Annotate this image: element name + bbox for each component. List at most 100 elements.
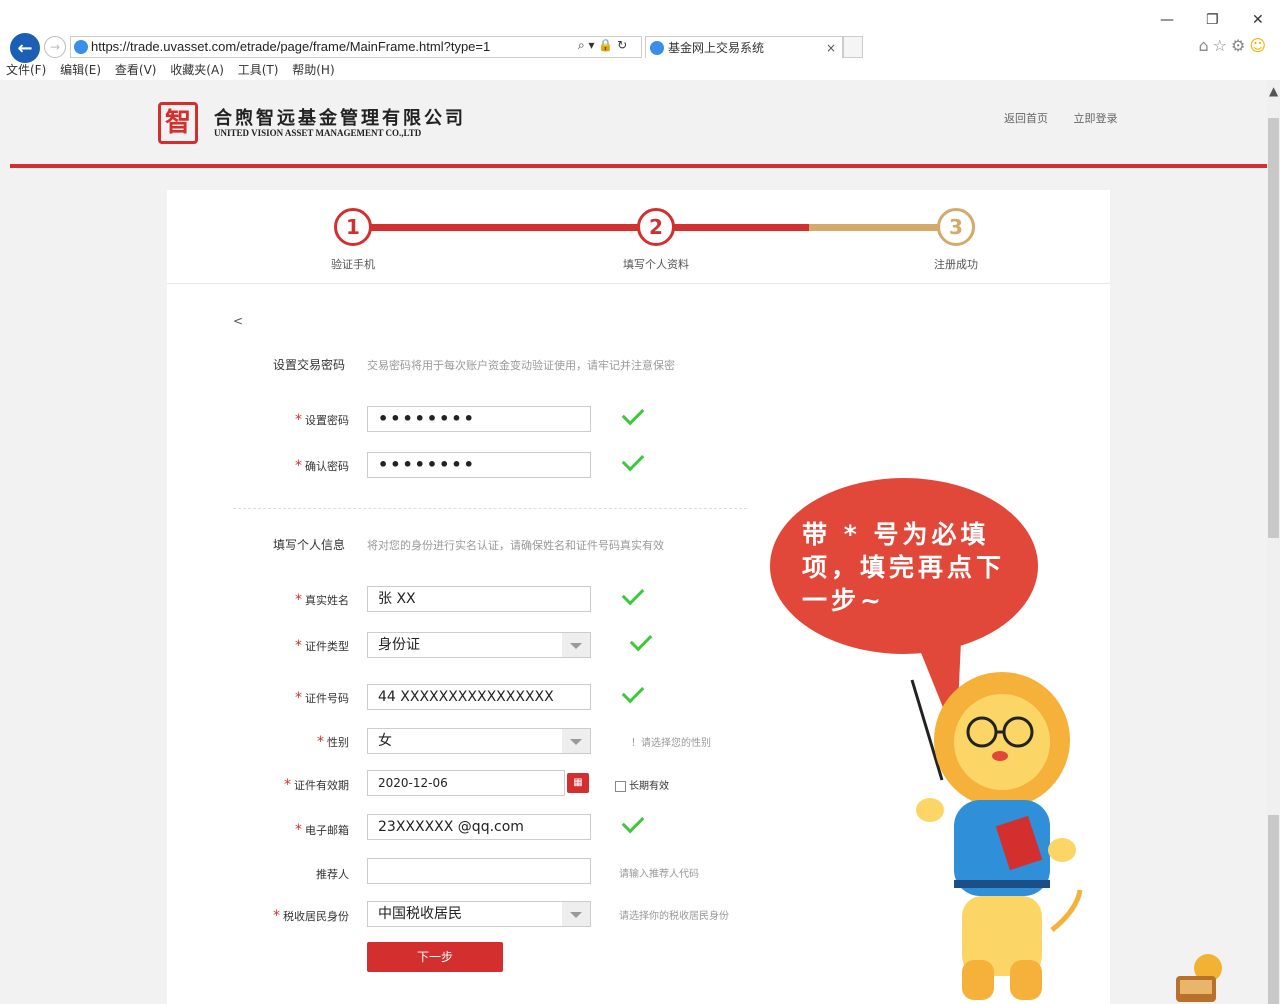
browser-chrome: ← → https://trade.uvasset.com/etrade/pag…	[0, 0, 1280, 80]
smiley-icon[interactable]: ☺	[1249, 36, 1270, 55]
chevron-down-icon	[570, 912, 582, 918]
required-star: *	[317, 734, 324, 750]
tab-title: 基金网上交易系统	[668, 41, 765, 55]
progress-bar-pending	[809, 224, 955, 231]
info-section-title: 填写个人信息	[273, 538, 346, 552]
home-icon[interactable]: ⌂	[1198, 36, 1212, 55]
gear-icon[interactable]: ⚙	[1231, 36, 1249, 55]
tax-residency-select[interactable]: 中国税收居民	[367, 901, 591, 927]
ie-icon	[650, 41, 664, 55]
confirm-password-label: * 确认密码	[295, 458, 349, 474]
tax-hint: 请选择你的税收居民身份	[619, 911, 729, 922]
set-password-label: * 设置密码	[295, 412, 349, 428]
step-1-label: 验证手机	[331, 258, 375, 271]
referrer-label: 推荐人	[316, 868, 349, 881]
step-2-circle: 2	[637, 208, 675, 246]
progress-bar-done	[353, 224, 809, 231]
step-1-circle: 1	[334, 208, 372, 246]
tax-label: * 税收居民身份	[273, 908, 349, 924]
url-text: https://trade.uvasset.com/etrade/page/fr…	[91, 39, 491, 54]
check-icon	[621, 448, 645, 472]
chevron-down-icon	[570, 739, 582, 745]
required-star: *	[295, 690, 302, 706]
browser-tab[interactable]: 基金网上交易系统 ×	[645, 36, 843, 58]
scrollbar[interactable]: ▲	[1267, 80, 1280, 1004]
site-header: 智 合煦智远基金管理有限公司 UNITED VISION ASSET MANAG…	[10, 80, 1267, 168]
required-star: *	[273, 908, 280, 924]
menu-edit[interactable]: 编辑(E)	[60, 63, 101, 77]
back-icon[interactable]: ←	[10, 33, 40, 63]
step-3-label: 注册成功	[934, 258, 978, 271]
gender-hint: ！请选择您的性别	[631, 738, 711, 749]
company-name-cn: 合煦智远基金管理有限公司	[214, 108, 466, 129]
page: 智 合煦智远基金管理有限公司 UNITED VISION ASSET MANAG…	[10, 80, 1267, 1004]
header-links: 返回首页 立即登录	[1004, 110, 1140, 126]
scroll-thumb-lower	[1268, 815, 1279, 1004]
menu-favorites[interactable]: 收藏夹(A)	[170, 63, 224, 77]
toolbar-icons: ⌂☆⚙☺	[1198, 36, 1270, 55]
lion-mascot-icon	[910, 672, 1083, 1000]
required-star: *	[295, 638, 302, 654]
address-tools[interactable]: ⌕ ▾ 🔒 ↻	[578, 38, 627, 53]
login-link[interactable]: 立即登录	[1074, 112, 1118, 125]
check-icon	[621, 582, 645, 606]
email-input[interactable]: 23XXXXXX @qq.com	[367, 814, 591, 840]
check-icon	[621, 680, 645, 704]
confirm-password-input[interactable]: ••••••••	[367, 452, 591, 478]
back-link[interactable]: <	[233, 314, 243, 328]
required-star: *	[295, 822, 302, 838]
logo-mark: 智	[158, 102, 198, 144]
address-bar[interactable]: https://trade.uvasset.com/etrade/page/fr…	[70, 36, 642, 58]
set-password-input[interactable]: ••••••••	[367, 406, 591, 432]
expiry-date-input[interactable]: 2020-12-06	[367, 770, 565, 796]
close-icon[interactable]: ×	[826, 37, 836, 59]
next-step-button[interactable]: 下一步	[367, 942, 503, 972]
menu-tools[interactable]: 工具(T)	[238, 63, 279, 77]
company-name-en: UNITED VISION ASSET MANAGEMENT CO.,LTD	[214, 128, 422, 138]
gender-label: * 性别	[317, 734, 349, 750]
close-window-icon[interactable]: ✕	[1252, 12, 1264, 28]
menu-view[interactable]: 查看(V)	[115, 63, 157, 77]
required-star: *	[295, 592, 302, 608]
required-star: *	[284, 777, 291, 793]
info-section-hint: 将对您的身份进行实名认证，请确保姓名和证件号码真实有效	[367, 539, 664, 552]
expiry-label: * 证件有效期	[284, 777, 349, 793]
minimize-icon[interactable]: —	[1160, 12, 1174, 28]
name-label: * 真实姓名	[295, 592, 349, 608]
restore-icon[interactable]: ❐	[1206, 12, 1219, 28]
ie-icon	[74, 40, 88, 54]
required-star: *	[295, 458, 302, 474]
progress-steps: 1 2 3 验证手机 填写个人资料 注册成功	[167, 190, 1110, 284]
id-number-input[interactable]: 44 XXXXXXXXXXXXXXXX	[367, 684, 591, 710]
speech-bubble-text: 带 * 号为必填项，填完再点下一步~	[802, 520, 1006, 615]
password-section-title: 设置交易密码	[273, 358, 346, 372]
step-2-label: 填写个人资料	[623, 258, 689, 271]
long-term-checkbox[interactable]: 长期有效	[615, 777, 669, 792]
password-section-hint: 交易密码将用于每次账户资金变动验证使用，请牢记并注意保密	[367, 359, 675, 372]
id-type-label: * 证件类型	[295, 638, 349, 654]
checkbox-icon[interactable]	[615, 780, 626, 792]
bear-mascot-icon[interactable]	[1172, 950, 1232, 1004]
menu-bar: 文件(F) 编辑(E) 查看(V) 收藏夹(A) 工具(T) 帮助(H)	[0, 60, 339, 80]
check-icon	[629, 628, 653, 652]
check-icon	[621, 810, 645, 834]
email-label: * 电子邮箱	[295, 822, 349, 838]
id-type-select[interactable]: 身份证	[367, 632, 591, 658]
gender-select[interactable]: 女	[367, 728, 591, 754]
favorites-icon[interactable]: ☆	[1213, 36, 1231, 55]
scroll-thumb[interactable]	[1268, 118, 1279, 538]
new-tab-button[interactable]	[843, 36, 863, 58]
home-link[interactable]: 返回首页	[1004, 112, 1048, 125]
name-input[interactable]: 张 XX	[367, 586, 591, 612]
check-icon	[621, 402, 645, 426]
menu-help[interactable]: 帮助(H)	[292, 63, 334, 77]
chevron-down-icon	[570, 643, 582, 649]
scroll-up-icon[interactable]: ▲	[1269, 84, 1278, 98]
step-3-circle: 3	[937, 208, 975, 246]
id-number-label: * 证件号码	[295, 690, 349, 706]
menu-file[interactable]: 文件(F)	[6, 63, 46, 77]
calendar-icon[interactable]: ▦	[567, 773, 589, 793]
forward-icon[interactable]: →	[44, 36, 66, 58]
referrer-input[interactable]	[367, 858, 591, 884]
required-star: *	[295, 412, 302, 428]
